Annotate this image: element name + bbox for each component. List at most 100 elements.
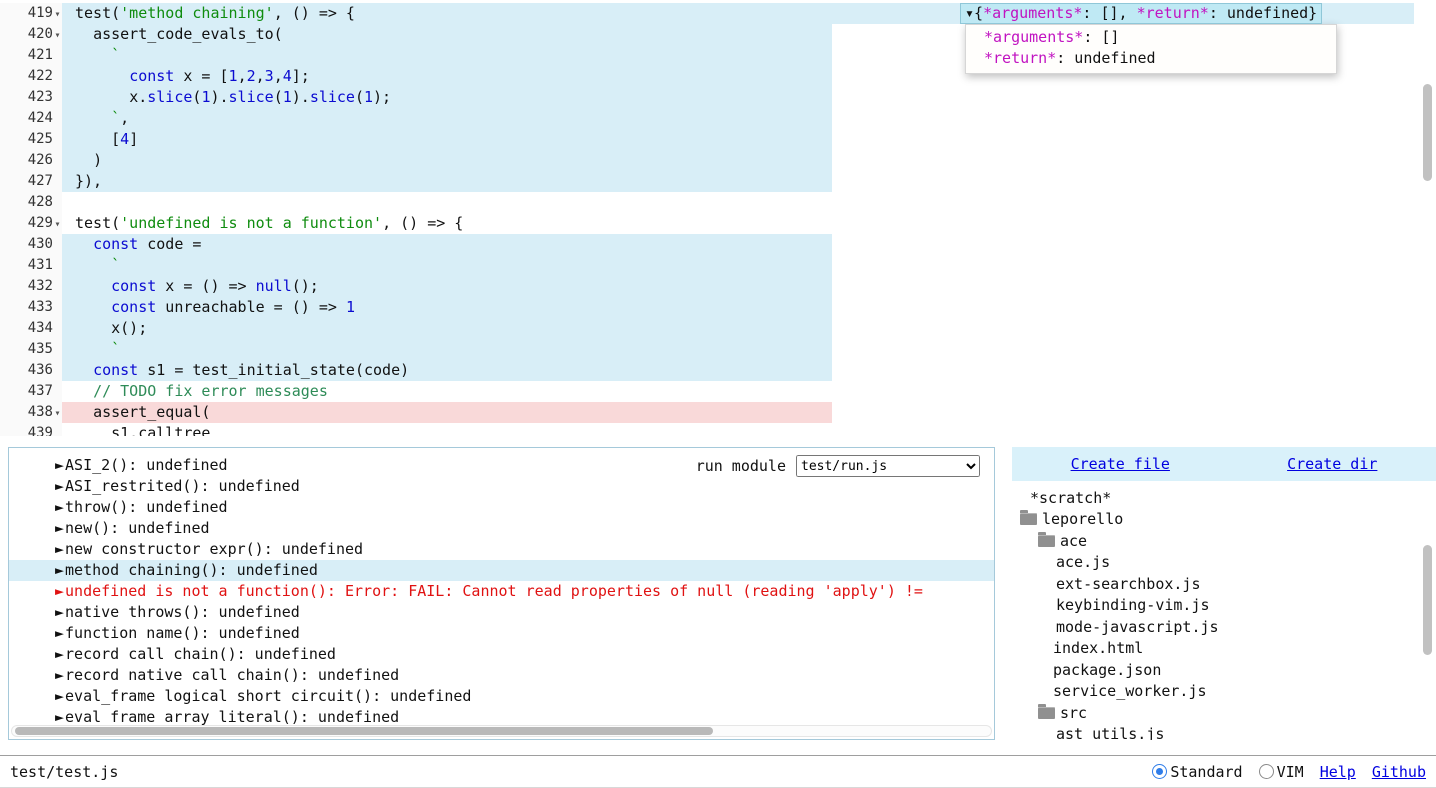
code-line-content[interactable]: const code = — [62, 234, 832, 255]
result-row[interactable]: ►new(): undefined — [9, 518, 994, 539]
expand-icon[interactable]: ► — [55, 477, 64, 495]
tree-item-ace[interactable]: ace — [1012, 530, 1436, 552]
eval-result-header[interactable]: ▾{*arguments*: [], *return*: undefined} — [960, 3, 1322, 24]
code-token: , () => { — [382, 214, 463, 232]
line-number: 428 — [0, 192, 62, 213]
expand-icon[interactable]: ► — [55, 456, 64, 474]
code-line-content[interactable]: ) — [62, 150, 832, 171]
expand-icon[interactable]: ► — [55, 603, 64, 621]
keybinding-vim-option[interactable]: VIM — [1259, 763, 1304, 781]
result-row[interactable]: ►method chaining(): undefined — [9, 560, 994, 581]
code-token: ` — [111, 256, 120, 274]
tree-item-ace-js[interactable]: ace.js — [1012, 552, 1436, 574]
code-line-content[interactable]: ` — [62, 339, 832, 360]
result-row[interactable]: ►function name(): undefined — [9, 623, 994, 644]
result-row[interactable]: ►record native call chain(): undefined — [9, 665, 994, 686]
tree-item-scratch[interactable]: *scratch* — [1012, 487, 1436, 509]
code-token: slice — [310, 88, 355, 106]
code-line-content[interactable]: }), — [62, 171, 832, 192]
code-line: 430 const code = — [0, 234, 1436, 255]
line-number: 426 — [0, 150, 62, 171]
code-line-content[interactable]: test('undefined is not a function', () =… — [62, 213, 463, 234]
code-line-content[interactable]: s1.calltree — [62, 423, 210, 436]
code-token: ]; — [292, 67, 310, 85]
result-row[interactable]: ►ASI_restrited(): undefined — [9, 476, 994, 497]
line-number: 425 — [0, 129, 62, 150]
expand-icon[interactable]: ► — [55, 498, 64, 516]
code-token: assert_code_evals_to( — [93, 25, 283, 43]
expand-icon[interactable]: ► — [55, 540, 64, 558]
code-line: 428 — [0, 192, 1436, 213]
tree-item-ext-searchbox-js[interactable]: ext-searchbox.js — [1012, 573, 1436, 595]
code-token: ( — [274, 88, 283, 106]
help-link[interactable]: Help — [1320, 763, 1356, 781]
files-scrollbar-thumb[interactable] — [1423, 545, 1432, 655]
code-line-content[interactable]: ` — [62, 255, 832, 276]
line-number: 420▾ — [0, 24, 62, 45]
tree-item-index-html[interactable]: index.html — [1012, 638, 1436, 660]
expand-icon[interactable]: ► — [55, 561, 64, 579]
tooltip-value: : [] — [1083, 28, 1119, 46]
code-line: 425 [4] — [0, 129, 1436, 150]
code-token: 2 — [247, 67, 256, 85]
fold-icon[interactable]: ▾ — [53, 403, 62, 424]
code-line-content[interactable]: // TODO fix error messages — [62, 381, 328, 402]
run-module-select[interactable]: test/run.js — [796, 455, 980, 477]
fold-icon[interactable]: ▾ — [53, 4, 62, 25]
expand-icon[interactable]: ► — [55, 582, 64, 600]
tree-item-label: src — [1060, 704, 1087, 722]
radio-unselected-icon[interactable] — [1259, 764, 1274, 779]
tree-item-keybinding-vim-js[interactable]: keybinding-vim.js — [1012, 595, 1436, 617]
results-scrollbar-thumb[interactable] — [15, 727, 713, 735]
code-line-content[interactable] — [62, 192, 75, 213]
code-line-content[interactable]: const x = [1,2,3,4]; — [62, 66, 832, 87]
code-line-content[interactable]: [4] — [62, 129, 832, 150]
expand-icon[interactable]: ► — [55, 708, 64, 726]
code-line-content[interactable]: ` — [62, 45, 832, 66]
expand-icon[interactable]: ► — [55, 687, 64, 705]
tree-item-leporello[interactable]: leporello — [1012, 509, 1436, 531]
result-row[interactable]: ►eval_frame logical short circuit(): und… — [9, 686, 994, 707]
code-line-content[interactable]: x.slice(1).slice(1).slice(1); — [62, 87, 832, 108]
expand-icon[interactable]: ► — [55, 624, 64, 642]
radio-selected-icon[interactable] — [1152, 764, 1167, 779]
expand-icon[interactable]: ► — [55, 645, 64, 663]
create-file-button[interactable]: Create file — [1071, 455, 1170, 473]
code-line-content[interactable]: assert_equal( — [62, 402, 832, 423]
expand-icon[interactable]: ► — [55, 666, 64, 684]
result-row[interactable]: ►throw(): undefined — [9, 497, 994, 518]
tree-item-service-worker-js[interactable]: service_worker.js — [1012, 681, 1436, 703]
line-number: 432 — [0, 276, 62, 297]
expand-icon[interactable]: ► — [55, 519, 64, 537]
line-number: 435 — [0, 339, 62, 360]
code-line-content[interactable]: `, — [62, 108, 832, 129]
results-horizontal-scrollbar[interactable] — [11, 725, 992, 737]
code-line-content[interactable]: const x = () => null(); — [62, 276, 832, 297]
tooltip-key: *return* — [984, 49, 1056, 67]
result-row[interactable]: ►new constructor expr(): undefined — [9, 539, 994, 560]
code-line-content[interactable]: const s1 = test_initial_state(code) — [62, 360, 832, 381]
editor-scrollbar-thumb[interactable] — [1423, 84, 1432, 181]
code-line-content[interactable]: x(); — [62, 318, 832, 339]
tree-item-label: ace — [1060, 532, 1087, 550]
result-label: ASI_2(): undefined — [65, 456, 228, 474]
create-dir-button[interactable]: Create dir — [1287, 455, 1377, 473]
tree-item-src[interactable]: src — [1012, 702, 1436, 724]
fold-icon[interactable]: ▾ — [53, 214, 62, 235]
tree-item-mode-javascript-js[interactable]: mode-javascript.js — [1012, 616, 1436, 638]
fold-icon[interactable]: ▾ — [53, 25, 62, 46]
code-line-content[interactable]: const unreachable = () => 1 — [62, 297, 832, 318]
tree-item-label: ext-searchbox.js — [1056, 575, 1201, 593]
result-label: record native call chain(): undefined — [65, 666, 399, 684]
result-label: new(): undefined — [65, 519, 210, 537]
code-line-content[interactable]: assert_code_evals_to( — [62, 24, 832, 45]
tree-item-ast-utils-js[interactable]: ast_utils.js — [1012, 724, 1436, 741]
result-row[interactable]: ►native throws(): undefined — [9, 602, 994, 623]
result-row[interactable]: ►record call chain(): undefined — [9, 644, 994, 665]
tree-item-package-json[interactable]: package.json — [1012, 659, 1436, 681]
line-number: 423 — [0, 87, 62, 108]
github-link[interactable]: Github — [1372, 763, 1426, 781]
result-row[interactable]: ►undefined is not a function(): Error: F… — [9, 581, 994, 602]
keybinding-standard-option[interactable]: Standard — [1152, 763, 1242, 781]
tooltip-token: : undefined} — [1209, 4, 1317, 22]
